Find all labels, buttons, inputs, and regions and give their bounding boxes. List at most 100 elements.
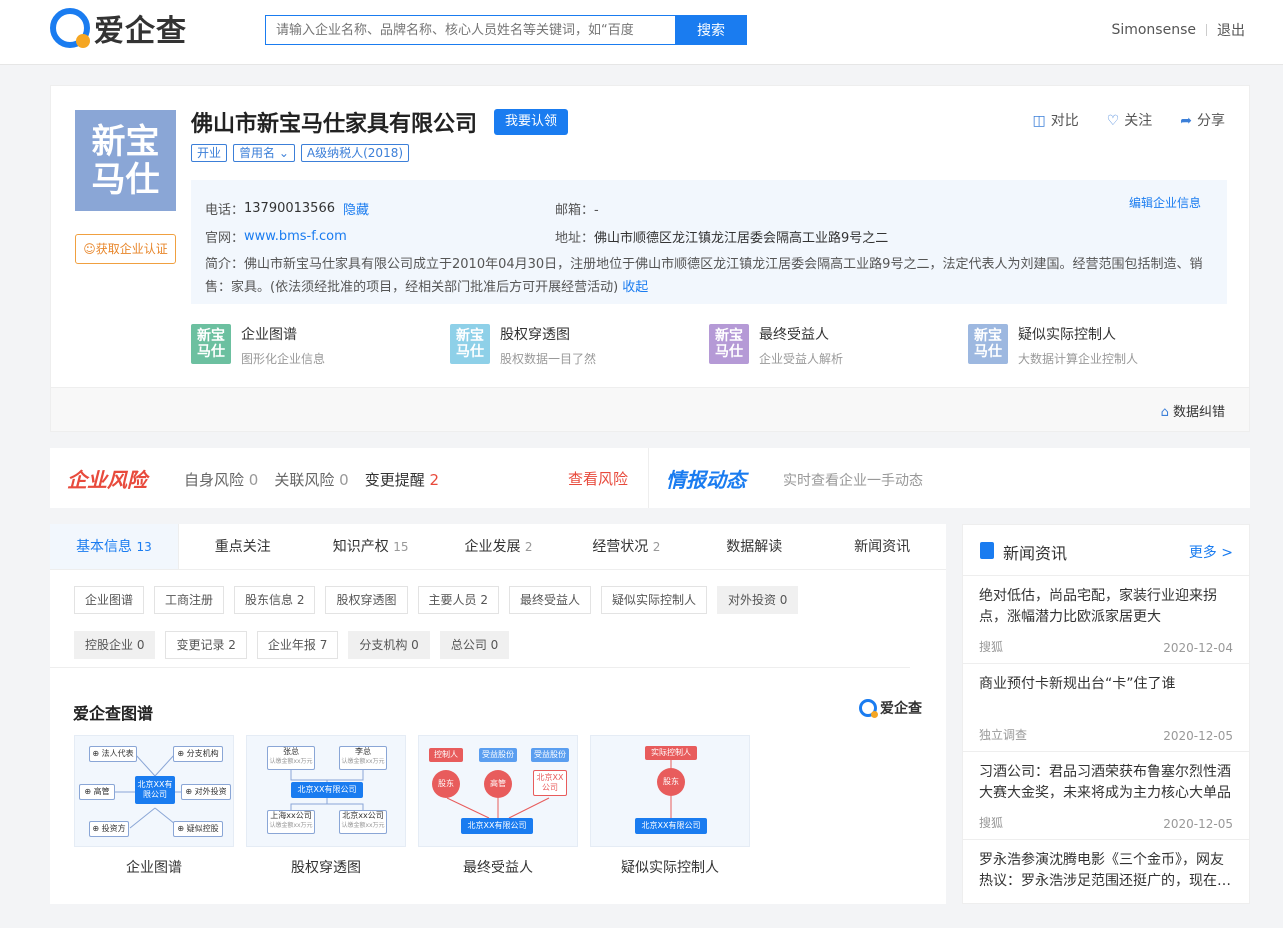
tab-news[interactable]: 新闻资讯 [818,524,946,569]
chip[interactable]: 最终受益人 [508,586,591,614]
risk-item-related[interactable]: 关联风险 0 [274,469,348,490]
phone-value: 13790013566 [244,200,335,216]
tile-beneficiary[interactable]: 新宝 马仕 最终受益人 企业受益人解析 [709,324,968,367]
graph-card-caption: 疑似实际控制人 [621,860,719,876]
center-node: 北京XX有限公司 [461,818,533,834]
tab-label: 重点关注 [214,539,271,555]
risk-item-self[interactable]: 自身风险 0 [184,469,258,490]
username-link[interactable]: Simonsense [1111,22,1196,38]
graph-thumbnail: 控制人 受益股份 受益股份 股东 高管 北京XX公司 北京XX有限公司 [418,735,578,847]
chip[interactable]: 企业图谱 [74,586,145,614]
site-logo[interactable]: 爱企查 [50,8,187,49]
news-item[interactable]: 绝对低估，尚品宅配，家装行业迎来拐点，涨幅潜力比欧派家居更大 搜狐 2020-1… [963,576,1249,664]
section-logo-text: 爱企查 [880,701,922,717]
tab-basic-info[interactable]: 基本信息 13 [50,524,179,569]
info-row-1: 电话： 13790013566 隐藏 邮箱：- [205,194,1213,222]
chip[interactable]: 疑似实际控制人 [600,586,707,614]
risk-label: 变更提醒 [364,471,425,489]
node-box: 控制人 [429,748,463,762]
logo-line-1: 新宝 [91,122,160,162]
share-button[interactable]: ➦ 分享 [1180,110,1225,130]
node-label: 李总 [355,747,371,756]
graph-card-enterprise[interactable]: ⊕ 法人代表 ⊕ 分支机构 北京XX有限公司 ⊕ 高管 ⊕ 对外投资 ⊕ 投资方… [74,735,234,877]
compare-button[interactable]: ◫ 对比 [1032,110,1078,130]
risk-item-change[interactable]: 变更提醒 2 [365,469,439,490]
node-label: 对外投资 [194,787,227,796]
chip-disabled: 控股企业 0 [74,630,156,659]
news-title: 新闻资讯 [1003,544,1068,563]
risk-count: 0 [339,471,349,489]
get-cert-label: 获取企业认证 [95,242,168,256]
former-name-tag[interactable]: 曾用名 ⌄ [233,144,295,162]
graph-card-controller[interactable]: 实际控制人 股东 北京XX有限公司 疑似实际控制人 [590,735,750,877]
chip[interactable]: 股东信息 2 [234,586,316,614]
news-item[interactable]: 习酒公司：君品习酒荣获布鲁塞尔烈性酒大赛大金奖，未来将成为主力核心大单品 搜狐 … [963,752,1249,840]
tab-operations[interactable]: 经营状况 2 [562,524,690,569]
chip[interactable]: 企业年报 7 [256,630,339,659]
node-label: 投资方 [101,824,126,833]
website-link[interactable]: www.bms-f.com [244,229,347,244]
graph-thumbnail: 张总 认缴金额xx万元 李总 认缴金额xx万元 北京XX有限公司 上海xx公司 认缴金… [246,735,406,847]
center-node: 北京XX有限公司 [135,776,175,804]
section-logo: 爱企查 [859,698,922,718]
graph-card-caption: 最终受益人 [463,860,533,876]
chip[interactable]: 主要人员 2 [417,586,499,614]
news-date: 2020-12-05 [1163,817,1233,831]
intro-text: 佛山市新宝马仕家具有限公司成立于2010年04月30日，注册地位于佛山市顺德区龙… [205,257,1203,295]
tile-equity-graph[interactable]: 新宝 马仕 股权穿透图 股权数据一目了然 [450,324,709,367]
follow-button[interactable]: ♡ 关注 [1107,110,1153,130]
email-value: - [594,202,599,218]
news-sidebar: 新闻资讯 更多 > 绝对低估，尚品宅配，家装行业迎来拐点，涨幅潜力比欧派家居更大… [962,524,1250,904]
news-more-link[interactable]: 更多 > [1189,542,1233,562]
data-fix-button[interactable]: ⌂ 数据纠错 [1161,401,1225,420]
edit-info-link[interactable]: 编辑企业信息 [1129,194,1201,211]
company-info-panel: 电话： 13790013566 隐藏 邮箱：- 编辑企业信息 官网： www.b… [191,180,1227,304]
tile-sub: 大数据计算企业控制人 [1018,352,1139,366]
chip[interactable]: 股权穿透图 [325,586,408,614]
intel-sub[interactable]: 实时查看企业一手动态 [783,470,923,490]
news-item[interactable]: 罗永浩参演沈腾电影《三个金币》，网友热议：罗永浩涉足范围还挺广的，现在… [963,840,1249,928]
tab-key-focus[interactable]: 重点关注 [179,524,307,569]
tile-controller[interactable]: 新宝 马仕 疑似实际控制人 大数据计算企业控制人 [968,324,1227,367]
node-label: 分支机构 [186,749,219,758]
tile-logo: 新宝 马仕 [450,324,490,364]
graph-card-beneficiary[interactable]: 控制人 受益股份 受益股份 股东 高管 北京XX公司 北京XX有限公司 最终受益… [418,735,578,877]
graph-card-equity[interactable]: 张总 认缴金额xx万元 李总 认缴金额xx万元 北京XX有限公司 上海xx公司 认缴金… [246,735,406,877]
tile-logo: 新宝 马仕 [709,324,749,364]
chip[interactable]: 工商注册 [154,586,225,614]
tab-development[interactable]: 企业发展 2 [435,524,563,569]
email-field: 邮箱：- [555,199,599,218]
news-item[interactable]: 商业预付卡新规出台“卡”住了谁 独立调查 2020-12-05 [963,664,1249,752]
former-name-label: 曾用名 [239,146,276,160]
news-header: 新闻资讯 更多 > [963,525,1249,576]
tab-label: 经营状况 [592,539,649,555]
website-label: 官网： [205,230,245,246]
node-label: 高管 [93,787,110,796]
news-source: 独立调查 [979,728,1028,742]
view-risk-link[interactable]: 查看风险 [568,468,628,489]
badge-icon: ☺ [83,242,96,256]
tile-sub: 图形化企业信息 [241,352,326,366]
node-box: ⊕ 法人代表 [89,746,137,762]
tile-logo-line-2: 马仕 [456,344,484,360]
chip[interactable]: 变更记录 2 [165,630,247,659]
search-button[interactable]: 搜索 [675,15,747,45]
node-box: 受益股份 [479,748,517,762]
collapse-link[interactable]: 收起 [622,280,648,295]
risk-label: 关联风险 [274,471,335,489]
node-box: ⊕ 分支机构 [173,746,223,762]
graph-section-title: 爱企查图谱 [73,704,154,723]
phone-hide-link[interactable]: 隐藏 [343,199,369,218]
tab-data-analysis[interactable]: 数据解读 [690,524,818,569]
tile-enterprise-graph[interactable]: 新宝 马仕 企业图谱 图形化企业信息 [191,324,450,367]
node-sub: 认缴金额xx万元 [341,758,385,765]
logout-link[interactable]: 退出 [1217,20,1245,40]
intel-title: 情报动态 [666,468,746,492]
info-row-2: 官网： www.bms-f.com 地址：佛山市顺德区龙江镇龙江居委会隔高工业路… [205,222,1213,250]
tab-count: 13 [136,540,152,554]
get-cert-button[interactable]: ☺获取企业认证 [75,234,176,264]
tab-ip[interactable]: 知识产权 15 [307,524,435,569]
claim-button[interactable]: 我要认领 [494,109,568,135]
node-box: 上海xx公司 认缴金额xx万元 [267,810,315,834]
search-input[interactable] [265,15,675,45]
